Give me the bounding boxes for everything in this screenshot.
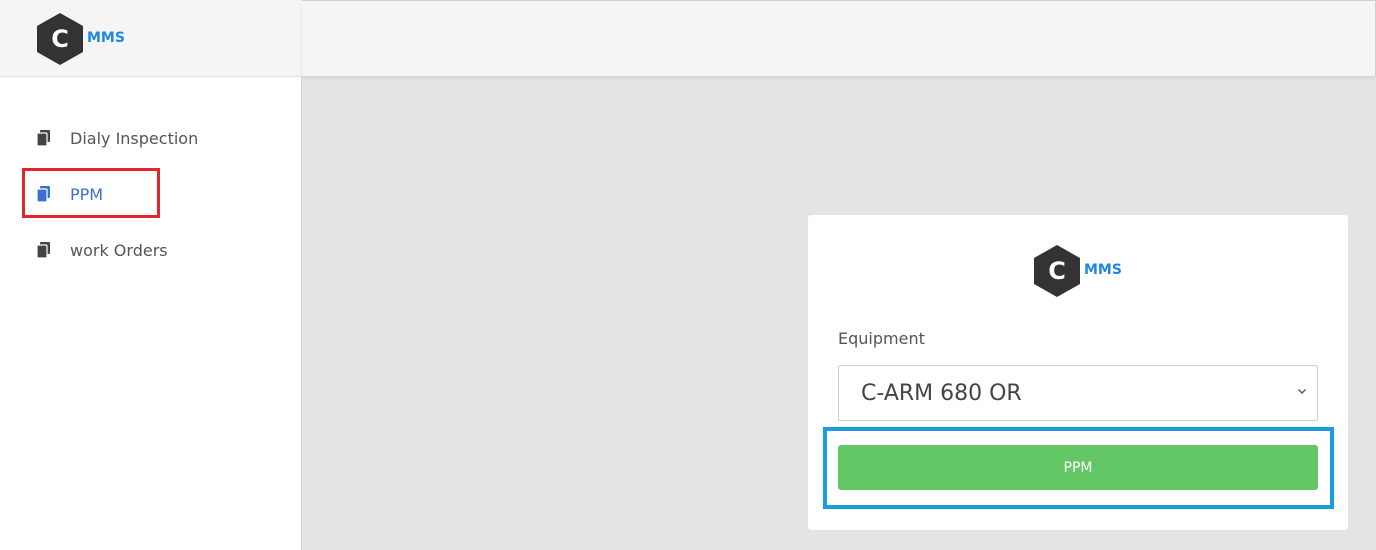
logo-letter: C (1048, 257, 1066, 285)
chevron-down-icon (1298, 389, 1306, 394)
logo-letter: C (51, 25, 69, 53)
document-copy-icon (36, 130, 50, 146)
brand-name: MMS (87, 30, 125, 46)
equipment-label: Equipment (838, 329, 925, 348)
sidebar: C MMS Dialy Inspection PPM work Orders (0, 0, 302, 550)
hexagon-logo-icon: C (1034, 245, 1080, 297)
equipment-selected-value: C-ARM 680 OR (861, 380, 1022, 406)
sidebar-item-label: Dialy Inspection (70, 128, 199, 148)
card-logo: C MMS (1034, 245, 1122, 297)
document-copy-icon (36, 242, 50, 258)
sidebar-header: C MMS (0, 0, 302, 77)
ppm-highlight-box (22, 168, 160, 218)
sidebar-item-daily-inspection[interactable]: Dialy Inspection (0, 110, 302, 166)
top-bar (302, 0, 1376, 76)
equipment-select[interactable]: C-ARM 680 OR (838, 365, 1318, 421)
sidebar-item-work-orders[interactable]: work Orders (0, 222, 302, 278)
ppm-button-highlight-box (823, 427, 1334, 509)
brand-logo[interactable]: C MMS (37, 13, 125, 65)
hexagon-logo-icon: C (37, 13, 83, 65)
sidebar-item-label: work Orders (70, 240, 168, 260)
brand-name: MMS (1084, 262, 1122, 278)
